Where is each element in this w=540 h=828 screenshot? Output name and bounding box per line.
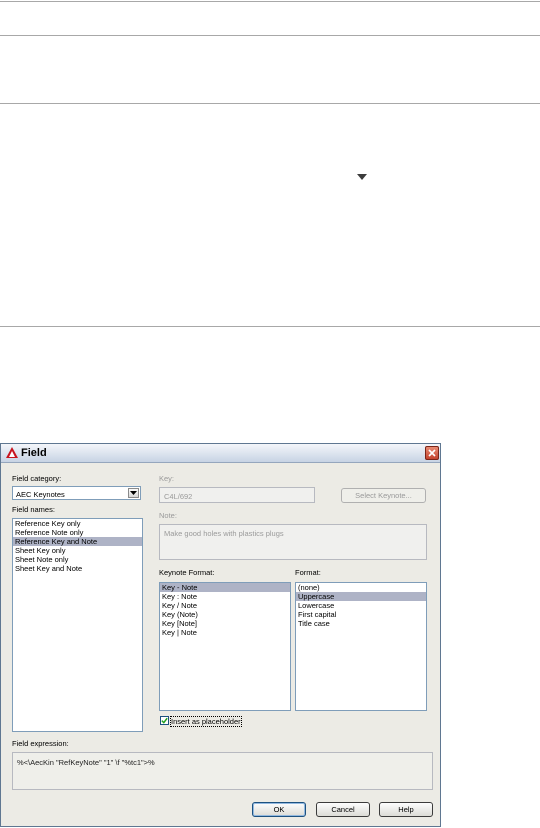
divider-line <box>0 326 540 327</box>
insert-placeholder-checkbox[interactable] <box>160 716 169 725</box>
divider-line <box>0 103 540 104</box>
keynote-format-list[interactable]: Key - Note Key : Note Key / Note Key (No… <box>159 582 291 711</box>
list-item[interactable]: Key / Note <box>160 601 290 610</box>
help-button[interactable]: Help <box>379 802 433 817</box>
divider-line <box>0 35 540 36</box>
close-button[interactable] <box>425 446 439 460</box>
field-names-list[interactable]: Reference Key only Reference Note only R… <box>12 518 143 732</box>
cancel-label: Cancel <box>331 805 355 814</box>
list-item[interactable]: Sheet Note only <box>13 555 142 564</box>
close-icon <box>428 449 436 457</box>
field-expression-box: %<\AecKin "RefKeyNote" "1" \f "%tc1">% <box>12 752 433 790</box>
field-expression-value: %<\AecKin "RefKeyNote" "1" \f "%tc1">% <box>17 758 155 767</box>
list-item[interactable]: Key [Note] <box>160 619 290 628</box>
list-item[interactable]: Sheet Key and Note <box>13 564 142 573</box>
title-bar: Field <box>1 444 440 463</box>
divider-line <box>0 1 540 2</box>
format-label: Format: <box>295 568 321 577</box>
keynote-format-label: Keynote Format: <box>159 568 215 577</box>
select-keynote-label: Select Keynote... <box>355 491 412 500</box>
dropdown-arrow-icon[interactable] <box>348 166 376 188</box>
list-item[interactable]: Key (Note) <box>160 610 290 619</box>
field-category-select[interactable]: AEC Keynotes <box>12 486 141 500</box>
insert-placeholder-label[interactable]: Insert as placeholder <box>170 716 242 727</box>
autocad-logo-icon <box>6 447 18 459</box>
key-value: C4L/692 <box>164 492 193 501</box>
field-names-label: Field names: <box>12 505 55 514</box>
list-item[interactable]: Sheet Key only <box>13 546 142 555</box>
list-item-selected[interactable]: Reference Key and Note <box>13 537 142 546</box>
key-label: Key: <box>159 474 175 483</box>
select-keynote-button[interactable]: Select Keynote... <box>341 488 426 503</box>
list-item[interactable]: First capital <box>296 610 426 619</box>
field-dialog: Field Field category: AEC Keynotes Field… <box>0 443 441 827</box>
chevron-down-icon[interactable] <box>128 488 139 498</box>
list-item[interactable]: Lowercase <box>296 601 426 610</box>
list-item[interactable]: Key : Note <box>160 592 290 601</box>
note-label: Note: <box>159 511 177 520</box>
list-item[interactable]: Title case <box>296 619 426 628</box>
format-list[interactable]: (none) Uppercase Lowercase First capital… <box>295 582 427 711</box>
field-expression-label: Field expression: <box>12 739 69 748</box>
checkmark-icon <box>161 717 168 724</box>
list-item[interactable]: Key | Note <box>160 628 290 637</box>
list-item-selected[interactable]: Key - Note <box>160 583 290 592</box>
field-category-label: Field category: <box>12 474 62 483</box>
note-value: Make good holes with plastics plugs <box>164 529 284 538</box>
list-item[interactable]: Reference Key only <box>13 519 142 528</box>
cancel-button[interactable]: Cancel <box>316 802 370 817</box>
list-item-selected[interactable]: Uppercase <box>296 592 426 601</box>
list-item[interactable]: (none) <box>296 583 426 592</box>
field-category-value: AEC Keynotes <box>16 490 65 499</box>
dialog-title: Field <box>21 447 47 459</box>
note-field[interactable]: Make good holes with plastics plugs <box>159 524 427 560</box>
ok-label: OK <box>273 805 285 814</box>
help-label: Help <box>398 805 414 814</box>
key-field[interactable]: C4L/692 <box>159 487 315 503</box>
ok-button[interactable]: OK <box>252 802 306 817</box>
list-item[interactable]: Reference Note only <box>13 528 142 537</box>
